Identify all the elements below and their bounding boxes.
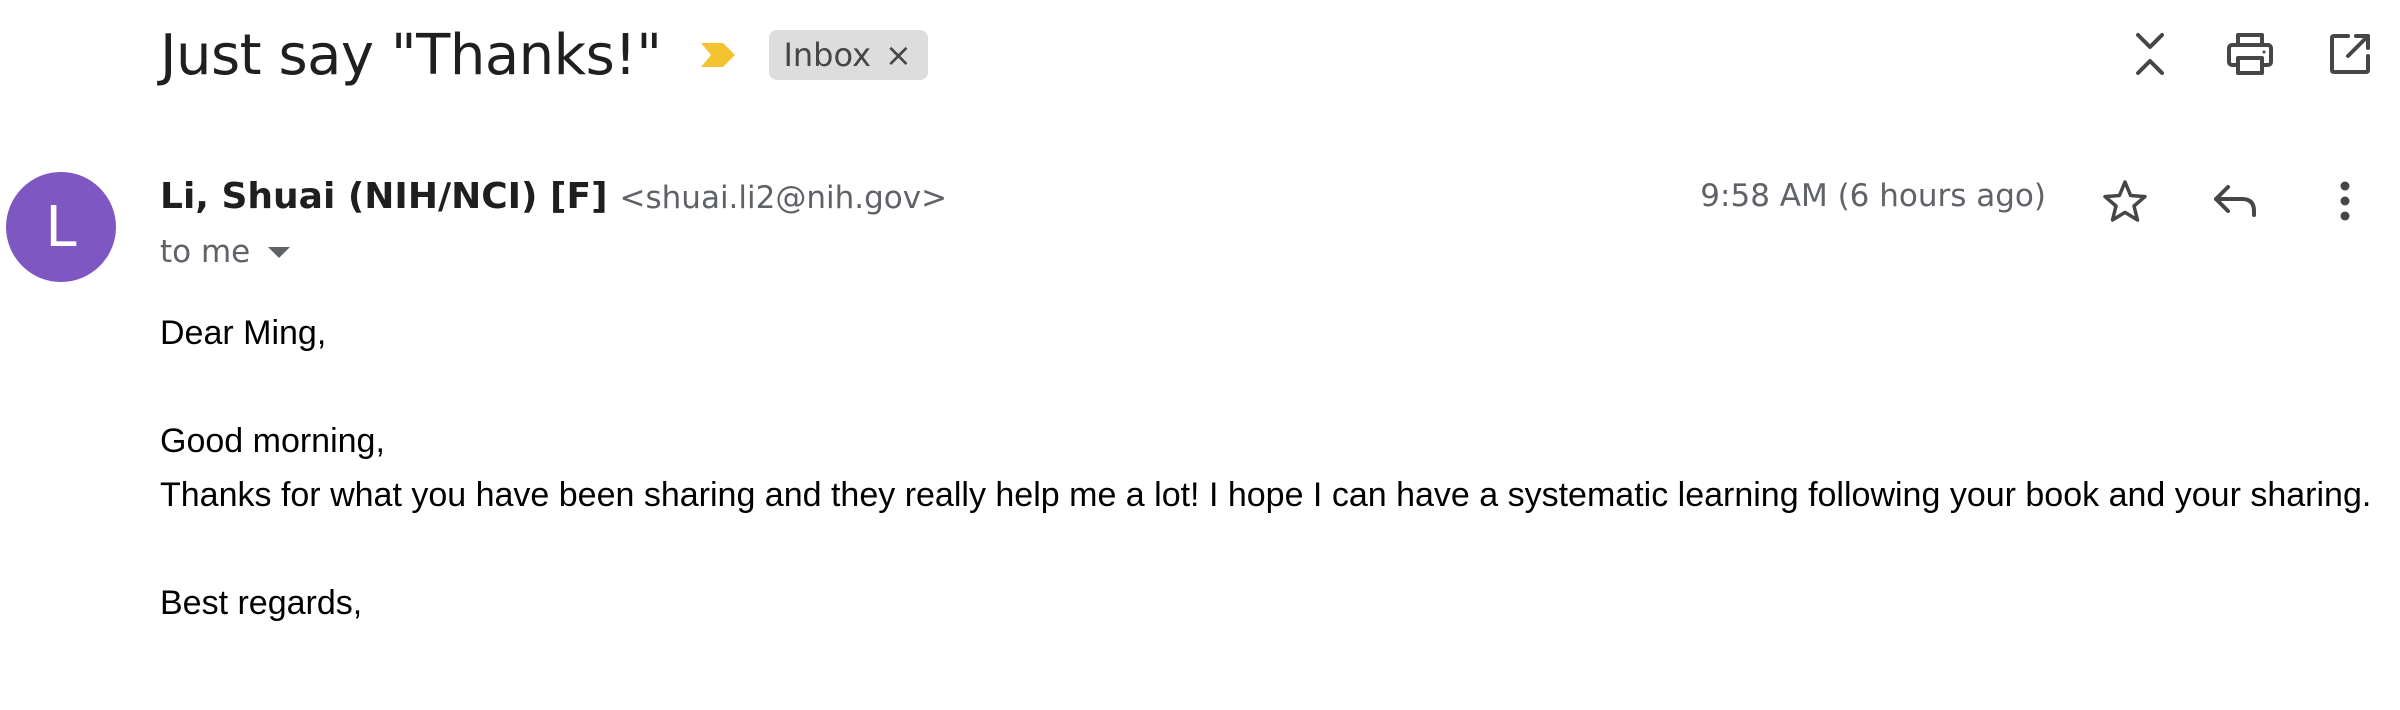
message-body: Dear Ming, Good morning, Thanks for what…: [160, 306, 2390, 630]
open-in-new-window-icon[interactable]: [2300, 24, 2400, 84]
collapse-all-icon[interactable]: [2100, 24, 2200, 84]
message-actions: [2070, 166, 2400, 236]
body-closing: Best regards,: [160, 584, 363, 622]
body-salutation: Good morning,: [160, 422, 385, 460]
thread-actions: [2100, 24, 2400, 84]
recipient-details-toggle[interactable]: to me: [160, 234, 291, 270]
body-paragraph: Thanks for what you have been sharing an…: [160, 476, 2372, 514]
caret-down-icon[interactable]: [268, 246, 291, 258]
importance-marker-icon[interactable]: [699, 40, 739, 70]
remove-label-icon[interactable]: ×: [885, 39, 912, 71]
more-options-icon[interactable]: [2290, 166, 2400, 236]
label-chip-text: Inbox: [783, 36, 872, 74]
avatar-letter: L: [45, 194, 77, 260]
label-chip-inbox[interactable]: Inbox ×: [769, 30, 928, 80]
star-icon[interactable]: [2070, 166, 2180, 236]
sender-name[interactable]: Li, Shuai (NIH/NCI) [F]: [160, 176, 608, 217]
sender-line: Li, Shuai (NIH/NCI) [F] <shuai.li2@nih.g…: [160, 176, 947, 217]
reply-icon[interactable]: [2180, 166, 2290, 236]
email-subject: Just say "Thanks!": [160, 22, 662, 88]
sender-email: <shuai.li2@nih.gov>: [619, 180, 948, 216]
body-greeting: Dear Ming,: [160, 314, 327, 352]
message-timestamp: 9:58 AM (6 hours ago): [1700, 178, 2046, 214]
print-icon[interactable]: [2200, 24, 2300, 84]
subject-header: Just say "Thanks!" Inbox ×: [160, 18, 928, 92]
recipient-label: to me: [160, 234, 251, 270]
avatar[interactable]: L: [6, 172, 116, 282]
